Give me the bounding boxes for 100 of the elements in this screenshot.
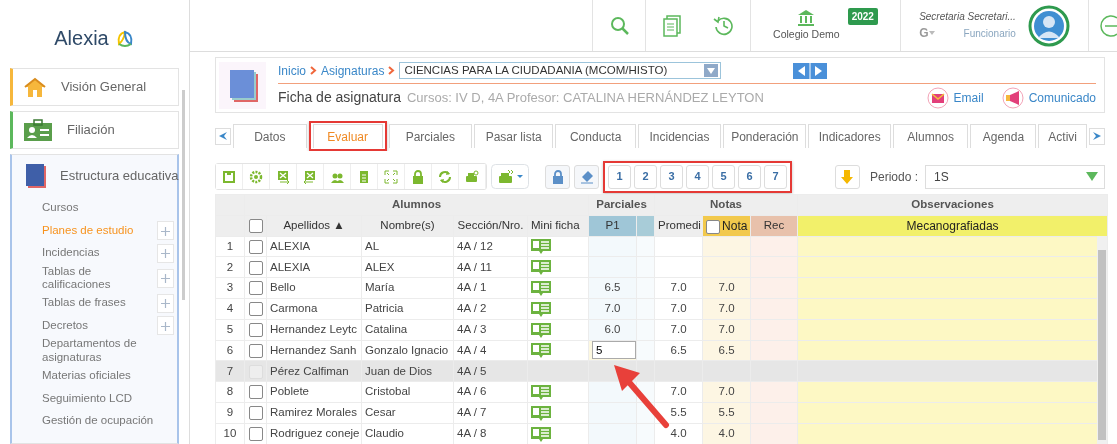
tab[interactable]: Agenda bbox=[970, 124, 1037, 148]
spreadsheet-export-icon bbox=[276, 169, 290, 184]
arrow-left-icon bbox=[218, 131, 228, 141]
eraser-button[interactable] bbox=[574, 164, 599, 189]
profile-card-icon[interactable] bbox=[531, 239, 551, 255]
lock-button[interactable] bbox=[545, 164, 570, 189]
action-link[interactable]: Email bbox=[926, 86, 984, 109]
prev-next-buttons[interactable] bbox=[793, 62, 828, 79]
expand-button[interactable] bbox=[157, 243, 174, 263]
profile-card-icon[interactable] bbox=[531, 426, 551, 442]
checkbox[interactable] bbox=[248, 323, 263, 337]
select-all-checkbox[interactable] bbox=[248, 219, 263, 234]
grade-input[interactable]: 5 bbox=[592, 341, 637, 360]
profile-card-icon[interactable] bbox=[531, 384, 551, 400]
table-cell: 7.0 bbox=[604, 302, 621, 315]
sidebar-item[interactable]: Incidencias bbox=[42, 246, 100, 261]
arrow-down-icon bbox=[840, 168, 855, 185]
tab[interactable]: Parciales bbox=[388, 124, 472, 148]
printer-icon bbox=[497, 169, 514, 184]
breadcrumb-link[interactable]: Inicio bbox=[278, 61, 306, 80]
profile-card-icon[interactable] bbox=[531, 322, 551, 338]
tab[interactable]: Datos bbox=[233, 124, 307, 148]
user-name: Secretaria Secretari... bbox=[919, 10, 1016, 24]
gear-icon bbox=[249, 169, 263, 184]
sidebar-item[interactable]: Cursos bbox=[42, 201, 79, 216]
number-button[interactable]: 5 bbox=[712, 164, 735, 189]
toolbar-button[interactable] bbox=[216, 164, 243, 189]
checkbox[interactable] bbox=[706, 219, 721, 234]
plus-icon bbox=[161, 274, 170, 284]
tab[interactable]: Ponderación bbox=[723, 124, 807, 148]
number-button[interactable]: 3 bbox=[660, 164, 683, 189]
table-cell: ALEXIA bbox=[266, 236, 362, 257]
print-menu-button[interactable] bbox=[491, 164, 529, 189]
sidebar-item[interactable]: Tablas de calificaciones bbox=[42, 264, 157, 293]
profile-card-icon[interactable] bbox=[531, 301, 551, 317]
breadcrumb-link[interactable]: Asignaturas bbox=[321, 61, 385, 80]
table-cell: ALEXIA bbox=[266, 256, 362, 278]
tab[interactable]: Indicadores bbox=[808, 124, 891, 148]
section-item[interactable]: Visión General bbox=[10, 68, 179, 106]
number-button[interactable]: 2 bbox=[634, 164, 657, 189]
building-icon[interactable] bbox=[797, 8, 816, 27]
caret-icon bbox=[929, 31, 936, 35]
section-title[interactable]: Estructura educativa bbox=[60, 166, 179, 186]
megaphone-icon bbox=[1001, 86, 1024, 109]
expand-button[interactable] bbox=[157, 221, 174, 241]
checkbox[interactable] bbox=[248, 239, 263, 254]
profile-card-icon[interactable] bbox=[531, 405, 551, 421]
sidebar-item[interactable]: Seguimiento LCD bbox=[42, 391, 133, 406]
expand-button[interactable] bbox=[157, 268, 174, 288]
tab[interactable]: Pasar lista bbox=[474, 124, 554, 148]
expand-button[interactable] bbox=[157, 316, 174, 336]
document-icon[interactable] bbox=[661, 14, 682, 37]
sidebar-item[interactable]: Departamentos de asignaturas bbox=[42, 337, 162, 365]
section-title: Filiación bbox=[67, 121, 115, 140]
checkbox[interactable] bbox=[248, 406, 263, 421]
account-switcher[interactable]: G bbox=[919, 24, 936, 42]
dropdown-icon bbox=[704, 64, 719, 77]
number-button[interactable]: 4 bbox=[686, 164, 709, 189]
expand-button[interactable] bbox=[157, 293, 174, 313]
checkbox[interactable] bbox=[248, 343, 263, 358]
spreadsheet-import-icon bbox=[303, 169, 317, 184]
number-button[interactable]: 7 bbox=[764, 164, 787, 189]
table-cell: 7.0 bbox=[654, 319, 703, 341]
subject-select[interactable]: CIENCIAS PARA LA CIUDADANIA (MCOM/HISTO) bbox=[399, 62, 722, 79]
scroll-left-button[interactable] bbox=[215, 127, 231, 145]
history-icon[interactable] bbox=[713, 15, 735, 36]
logo-text: Alexia bbox=[54, 26, 109, 51]
table-cell: Poblete bbox=[266, 381, 362, 403]
number-button[interactable]: 6 bbox=[738, 164, 761, 189]
table-cell: Cesar bbox=[361, 402, 454, 424]
sidebar-item[interactable]: Decretos bbox=[42, 318, 89, 333]
number-button[interactable]: 1 bbox=[608, 164, 631, 189]
tab[interactable]: Incidencias bbox=[637, 124, 722, 148]
profile-card-icon[interactable] bbox=[531, 280, 551, 296]
action-link[interactable]: Comunicado bbox=[1001, 86, 1096, 109]
avatar-icon[interactable] bbox=[1027, 4, 1070, 47]
sidebar-item[interactable]: Gestión de ocupación bbox=[42, 414, 154, 428]
period-select[interactable]: 1S bbox=[925, 164, 1105, 189]
checkbox[interactable] bbox=[248, 281, 263, 296]
section-item[interactable]: Filiación bbox=[10, 111, 179, 149]
column-header: Nota bbox=[722, 218, 748, 233]
logout-icon[interactable] bbox=[1097, 13, 1117, 38]
checkbox[interactable] bbox=[248, 427, 263, 441]
sidebar-item[interactable]: Tablas de frases bbox=[42, 296, 126, 311]
table-cell: ALEX bbox=[361, 256, 454, 278]
profile-card-icon[interactable] bbox=[531, 343, 551, 359]
plus-icon bbox=[161, 299, 170, 309]
sidebar-item[interactable]: Materias oficiales bbox=[42, 369, 131, 383]
checkbox[interactable] bbox=[248, 385, 263, 400]
dropdown-icon bbox=[1086, 172, 1098, 181]
checkbox[interactable] bbox=[248, 260, 263, 275]
table-cell: Catalina bbox=[361, 319, 454, 341]
profile-card-icon[interactable] bbox=[531, 260, 551, 276]
tab[interactable]: Conducta bbox=[555, 124, 636, 148]
download-button[interactable] bbox=[834, 164, 860, 189]
tab[interactable]: Activi bbox=[1038, 124, 1087, 148]
scroll-right-button[interactable] bbox=[1089, 127, 1105, 145]
tab[interactable]: Alumnos bbox=[892, 124, 969, 148]
search-icon[interactable] bbox=[609, 16, 629, 35]
checkbox[interactable] bbox=[248, 302, 263, 317]
